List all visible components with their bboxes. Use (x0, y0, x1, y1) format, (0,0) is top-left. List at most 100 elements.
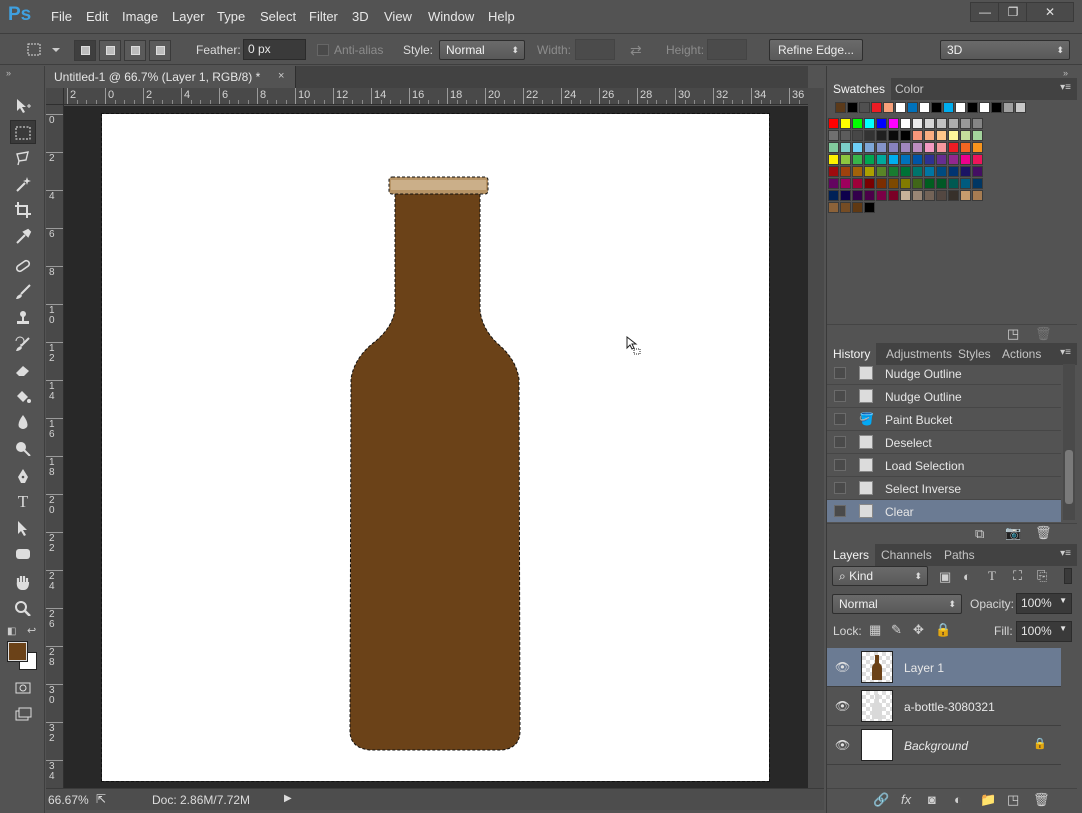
history-brush-tool[interactable] (10, 332, 36, 356)
menu-select[interactable]: Select (260, 9, 296, 24)
color-swatch[interactable] (960, 118, 971, 129)
color-swatch[interactable] (960, 166, 971, 177)
delete-layer-icon[interactable]: 🗑 (1033, 792, 1050, 808)
history-item[interactable]: Deselect (827, 431, 1061, 454)
color-swatch[interactable] (888, 178, 899, 189)
document-tab[interactable]: Untitled-1 @ 66.7% (Layer 1, RGB/8) * (46, 66, 296, 88)
color-swatch[interactable] (828, 190, 839, 201)
swap-dimensions-icon[interactable]: ⇄ (630, 42, 642, 59)
color-swatch[interactable] (948, 190, 959, 201)
delete-swatch-icon[interactable]: 🗑 (1035, 326, 1052, 342)
visibility-eye-icon[interactable]: 👁 (835, 660, 850, 674)
new-layer-icon[interactable]: ◳ (1007, 792, 1019, 808)
color-swatch[interactable] (852, 142, 863, 153)
filter-toggle-switch[interactable] (1064, 568, 1072, 584)
color-swatch[interactable] (876, 118, 887, 129)
tab-paths[interactable]: Paths (938, 544, 981, 566)
camera-snapshot-icon[interactable]: 📷 (1005, 525, 1021, 541)
history-snapshot-checkbox[interactable] (834, 390, 846, 402)
history-item[interactable]: Nudge Outline (827, 385, 1061, 408)
filter-type-icon[interactable]: T (988, 568, 996, 584)
color-swatch[interactable] (864, 178, 875, 189)
color-swatch[interactable] (912, 142, 923, 153)
blur-tool[interactable] (10, 410, 36, 434)
path-selection-tool[interactable] (10, 516, 36, 540)
color-swatch[interactable] (876, 130, 887, 141)
lasso-tool[interactable] (10, 146, 36, 170)
adjustment-layer-icon[interactable]: ◐ (954, 792, 962, 807)
recent-swatch[interactable] (859, 102, 870, 113)
color-swatch[interactable] (924, 154, 935, 165)
color-swatch[interactable] (948, 166, 959, 177)
color-swatch[interactable] (912, 166, 923, 177)
link-layers-icon[interactable]: 🔗 (873, 792, 889, 808)
recent-swatch[interactable] (1015, 102, 1026, 113)
color-swatch[interactable] (840, 118, 851, 129)
color-swatch[interactable] (924, 118, 935, 129)
color-swatch[interactable] (828, 130, 839, 141)
color-swatch[interactable] (840, 142, 851, 153)
brush-tool[interactable] (10, 280, 36, 304)
color-swatch[interactable] (840, 178, 851, 189)
history-item[interactable]: 🪣 Paint Bucket (827, 408, 1061, 431)
history-item[interactable]: Clear (827, 500, 1061, 522)
panel-menu-icon[interactable]: ▾≡ (1060, 82, 1071, 93)
panel-menu-icon[interactable]: ▾≡ (1060, 347, 1071, 358)
lock-all-icon[interactable]: 🔒 (935, 622, 951, 638)
color-swatch[interactable] (948, 142, 959, 153)
recent-swatch[interactable] (835, 102, 846, 113)
recent-swatch[interactable] (883, 102, 894, 113)
color-swatch[interactable] (972, 118, 983, 129)
color-swatch[interactable] (936, 118, 947, 129)
color-swatch[interactable] (972, 154, 983, 165)
color-swatch[interactable] (828, 166, 839, 177)
history-item[interactable]: Nudge Outline (827, 362, 1061, 385)
color-swatch[interactable] (852, 154, 863, 165)
color-swatch[interactable] (948, 130, 959, 141)
color-swatch[interactable] (888, 154, 899, 165)
opacity-input[interactable]: 100% ▼ (1016, 593, 1072, 614)
layer-row[interactable]: 👁 Layer 1 (827, 648, 1061, 687)
color-swatch[interactable] (864, 118, 875, 129)
color-swatch[interactable] (852, 130, 863, 141)
color-swatch[interactable] (888, 166, 899, 177)
refine-edge-button[interactable]: Refine Edge... (769, 39, 863, 61)
color-swatch[interactable] (960, 190, 971, 201)
recent-swatch[interactable] (895, 102, 906, 113)
new-document-from-state-icon[interactable]: ⧉ (975, 526, 984, 542)
panel-menu-icon[interactable]: ▾≡ (1060, 548, 1071, 559)
lock-position-icon[interactable]: ✥ (913, 622, 924, 638)
menu-edit[interactable]: Edit (86, 9, 108, 24)
recent-swatch[interactable] (871, 102, 882, 113)
healing-brush-tool[interactable] (10, 254, 36, 278)
tab-channels[interactable]: Channels (875, 544, 938, 566)
color-swatch[interactable] (876, 190, 887, 201)
color-swatch[interactable] (852, 202, 863, 213)
color-swatch[interactable] (864, 130, 875, 141)
layer-row[interactable]: 👁 Background 🔒 (827, 726, 1061, 765)
color-swatch[interactable] (960, 154, 971, 165)
color-swatch[interactable] (900, 178, 911, 189)
color-swatch[interactable] (828, 118, 839, 129)
recent-swatch[interactable] (955, 102, 966, 113)
layer-name[interactable]: Layer 1 (904, 661, 944, 675)
color-swatch[interactable] (864, 142, 875, 153)
blend-mode-select[interactable]: Normal ⬍ (832, 594, 962, 614)
color-swatch[interactable] (936, 130, 947, 141)
recent-swatch[interactable] (931, 102, 942, 113)
menu-file[interactable]: File (51, 9, 72, 24)
tab-swatches[interactable]: Swatches (827, 78, 892, 100)
style-select[interactable]: Normal ⬍ (439, 40, 525, 60)
menu-window[interactable]: Window (428, 9, 474, 24)
document-vertical-scrollbar[interactable] (808, 88, 824, 788)
screen-mode-button[interactable] (10, 702, 36, 726)
color-swatch[interactable] (948, 118, 959, 129)
color-swatch[interactable] (972, 178, 983, 189)
visibility-eye-icon[interactable]: 👁 (835, 738, 850, 752)
crop-tool[interactable] (10, 198, 36, 222)
paint-bucket-tool[interactable] (10, 384, 36, 408)
menu-type[interactable]: Type (217, 9, 245, 24)
color-swatch[interactable] (852, 166, 863, 177)
default-colors-icon[interactable]: ◧ (7, 626, 16, 637)
layer-row[interactable]: 👁 a-bottle-3080321 (827, 687, 1061, 726)
